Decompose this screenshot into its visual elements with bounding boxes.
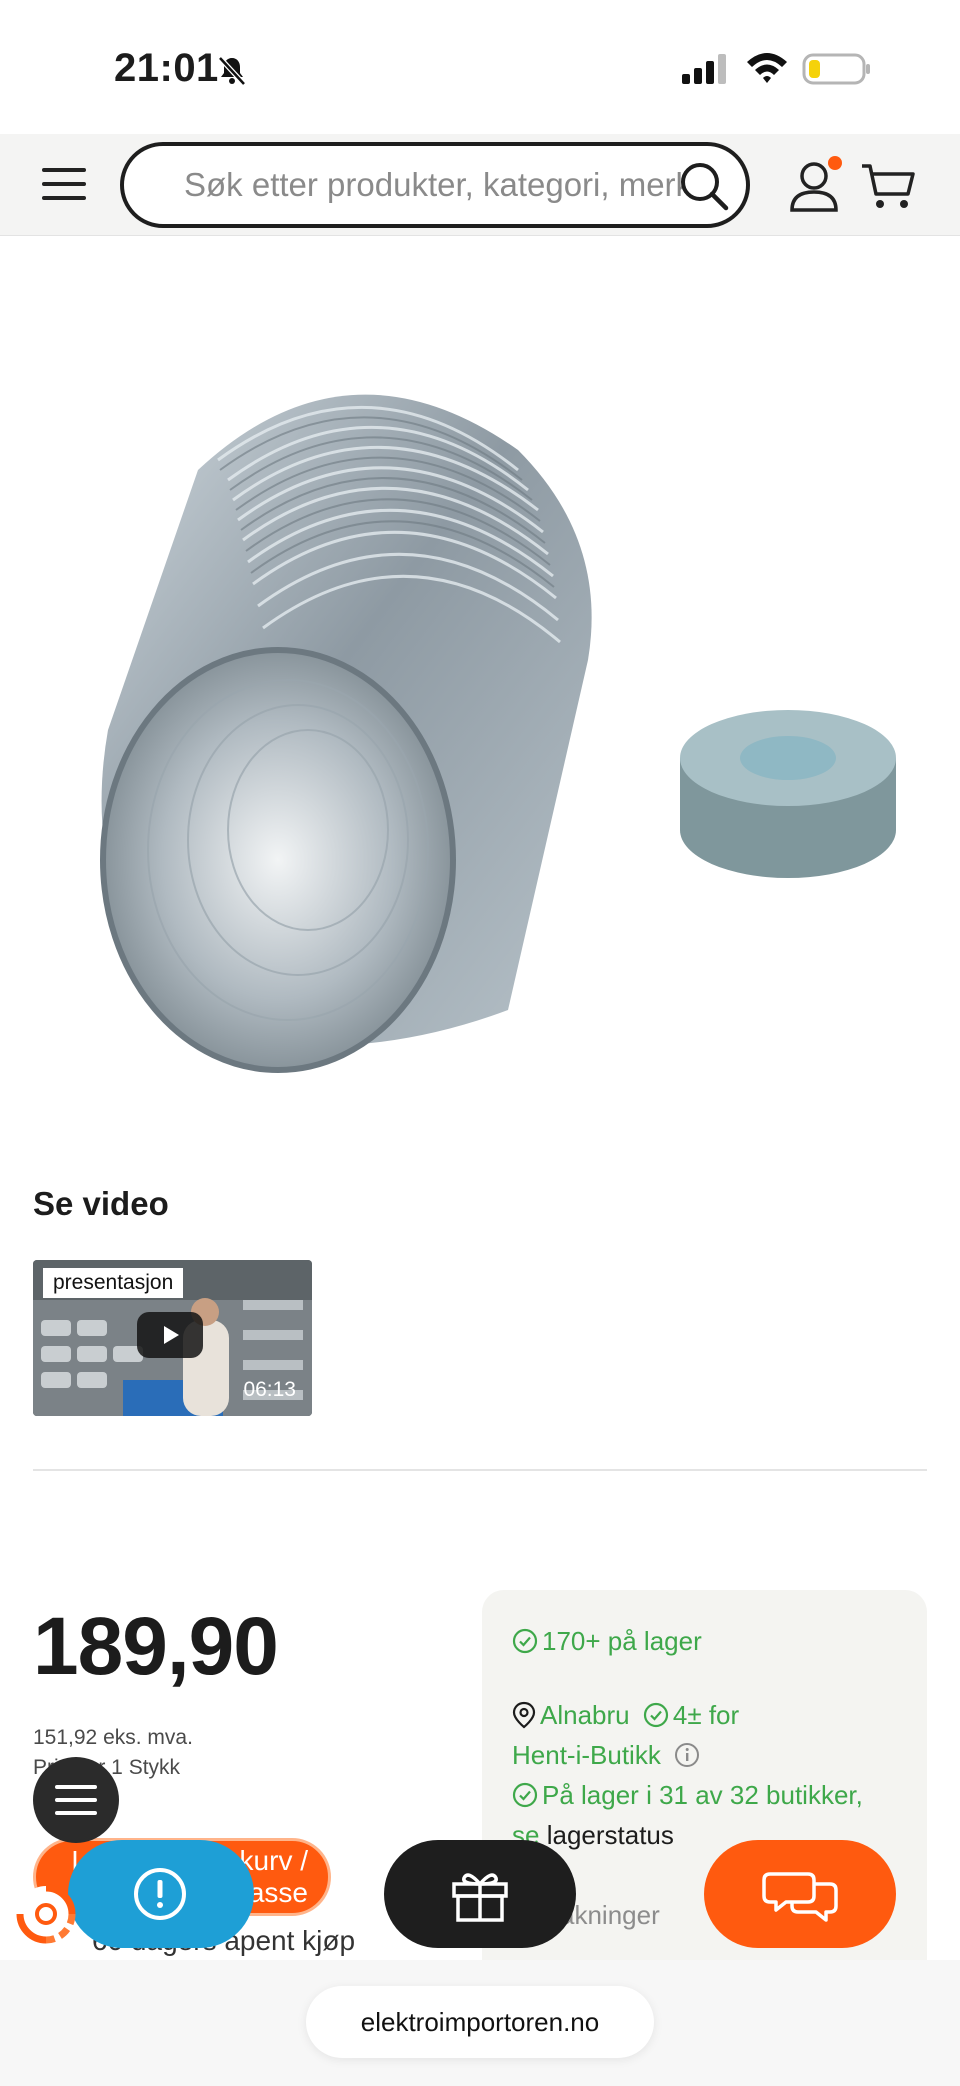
stores-summary-text: På lager i 31 av 32 butikker, (542, 1780, 863, 1810)
check-circle-icon (643, 1702, 668, 1728)
online-stock: 170+ på lager (512, 1626, 702, 1657)
exclamation-icon (134, 1868, 186, 1920)
floating-menu-button[interactable] (33, 1757, 119, 1843)
play-icon[interactable] (137, 1312, 203, 1358)
status-time: 21:01 (114, 46, 219, 90)
store-pickup: Hent-i-Butikk (512, 1740, 700, 1771)
check-circle-icon (512, 1782, 538, 1808)
menu-lines-icon (55, 1785, 97, 1815)
wifi-icon (747, 53, 787, 83)
cellular-signal-icon (682, 54, 726, 84)
check-circle-icon (512, 1628, 538, 1654)
store-name-link[interactable]: Alnabru (540, 1700, 630, 1730)
video-duration: 06:13 (243, 1378, 296, 1401)
cart-icon[interactable] (860, 160, 916, 212)
product-price: 189,90 (33, 1601, 279, 1692)
store-pickup-text: Hent-i-Butikk (512, 1740, 661, 1770)
gift-icon (452, 1873, 508, 1922)
video-heading: Se video (33, 1185, 169, 1222)
brand-logo-icon[interactable] (14, 1882, 78, 1946)
notification-dot (828, 156, 842, 170)
store-stock: Alnabru 4± for (512, 1700, 739, 1731)
status-bar: 21:01 (0, 0, 960, 134)
online-stock-text: 170+ på lager (542, 1626, 702, 1656)
section-divider (33, 1469, 927, 1471)
hamburger-menu-icon[interactable] (40, 164, 88, 204)
site-header (0, 134, 960, 236)
battery-low-icon (802, 53, 870, 85)
search-icon[interactable] (678, 160, 730, 212)
video-label: presentasjon (43, 1268, 184, 1298)
chat-bubbles-icon (762, 1872, 838, 1922)
browser-url-bar[interactable]: elektroimportoren.no (306, 1986, 654, 2058)
location-pin-icon (512, 1701, 536, 1729)
chat-button[interactable] (704, 1840, 896, 1948)
product-image[interactable] (48, 340, 908, 1120)
search-input[interactable] (184, 158, 682, 212)
bell-slash-icon (218, 56, 246, 86)
gift-button[interactable] (384, 1840, 576, 1948)
feedback-button[interactable] (68, 1840, 254, 1948)
price-ex-vat: 151,92 eks. mva. (33, 1726, 193, 1749)
store-stock-text: 4± for (672, 1700, 740, 1730)
search-box[interactable] (120, 142, 750, 228)
stores-summary: På lager i 31 av 32 butikker, (512, 1780, 863, 1811)
video-thumbnail[interactable]: presentasjon 06:13 (33, 1260, 312, 1416)
info-icon[interactable] (674, 1742, 700, 1768)
